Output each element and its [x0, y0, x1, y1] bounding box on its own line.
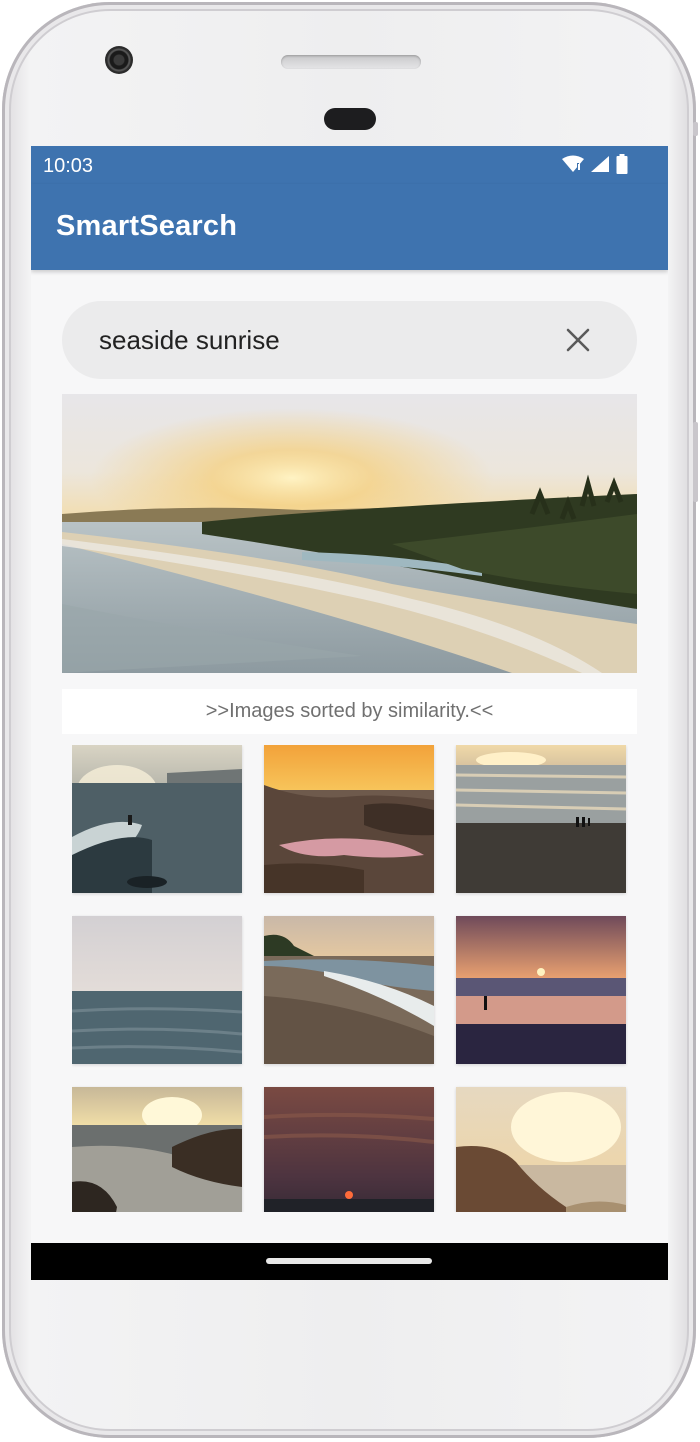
screen: 10:03 SmartSearch seaside sunrise >>Imag…	[31, 146, 668, 1280]
result-image[interactable]	[72, 745, 242, 893]
search-input[interactable]	[99, 321, 539, 359]
navigation-bar	[31, 1243, 668, 1280]
battery-icon	[616, 154, 628, 174]
power-button	[693, 122, 698, 136]
search-bar[interactable]	[62, 301, 637, 379]
beach-walkers-image	[456, 745, 626, 893]
dark-sunset-sea-image	[264, 1087, 434, 1212]
front-camera	[105, 46, 133, 74]
status-bar: 10:03	[31, 146, 668, 184]
cell-signal-icon	[591, 156, 609, 172]
result-image[interactable]	[456, 745, 626, 893]
wet-sand-reflection-image	[264, 916, 434, 1064]
app-title: SmartSearch	[56, 210, 238, 242]
result-image[interactable]	[72, 1087, 242, 1212]
person-sunset-beach-image	[456, 916, 626, 1064]
query-image[interactable]	[62, 394, 637, 673]
proximity-sensor	[324, 108, 376, 130]
beach-sunrise-image	[62, 394, 637, 673]
rocky-shore-sunrise-image	[72, 1087, 242, 1212]
surfer-wave-image	[72, 745, 242, 893]
close-icon[interactable]	[565, 327, 591, 353]
result-image[interactable]	[456, 1087, 626, 1212]
volume-button	[693, 422, 698, 502]
home-gesture-handle[interactable]	[266, 1258, 432, 1264]
rock-pool-sunset-image	[264, 745, 434, 893]
status-icons	[562, 154, 628, 174]
results-grid	[72, 745, 628, 1212]
result-image[interactable]	[72, 916, 242, 1064]
result-image[interactable]	[456, 916, 626, 1064]
status-time: 10:03	[43, 155, 94, 177]
cliff-sunrise-image	[456, 1087, 626, 1212]
calm-sea-horizon-image	[72, 916, 242, 1064]
phone-frame: 10:03 SmartSearch seaside sunrise >>Imag…	[2, 2, 698, 1438]
app-bar: SmartSearch	[31, 184, 668, 270]
results-caption: >>Images sorted by similarity.<<	[62, 689, 637, 734]
result-image[interactable]	[264, 1087, 434, 1212]
wifi-icon	[562, 155, 584, 172]
result-image[interactable]	[264, 745, 434, 893]
result-image[interactable]	[264, 916, 434, 1064]
earpiece-speaker	[281, 55, 421, 69]
